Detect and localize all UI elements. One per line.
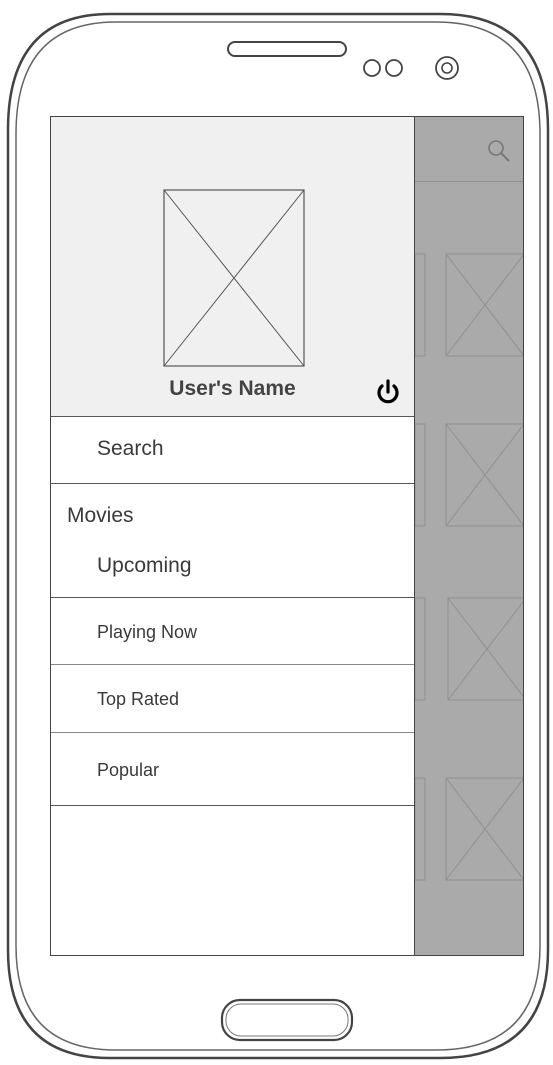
sensor-icon (385, 59, 403, 77)
movie-thumbnail (415, 597, 426, 701)
home-button (220, 998, 354, 1042)
movie-thumbnail[interactable] (445, 423, 524, 527)
menu-item-label: Top Rated (97, 689, 180, 709)
drawer-header: User's Name (51, 117, 414, 417)
movie-thumbnail[interactable] (445, 253, 524, 357)
movie-thumbnail[interactable] (445, 777, 524, 881)
movie-thumbnail[interactable] (447, 597, 524, 701)
movie-thumbnail (415, 777, 426, 881)
menu-item-label: Playing Now (97, 622, 198, 642)
movie-thumbnail (415, 423, 426, 527)
search-icon[interactable] (485, 137, 513, 165)
camera-icon (435, 56, 459, 80)
screen: User's Name Search Movies Upcoming Playi… (50, 116, 524, 956)
menu-item-label: Search (97, 437, 164, 460)
avatar-placeholder (163, 189, 305, 367)
menu-item-playing-now[interactable]: Playing Now (51, 598, 414, 665)
menu-item-label: Popular (97, 760, 160, 780)
menu-item-popular[interactable]: Popular (51, 733, 414, 806)
menu-item-upcoming[interactable]: Upcoming (97, 554, 192, 578)
menu-group-movies: Movies Upcoming (51, 484, 414, 598)
menu-item-search[interactable]: Search (51, 417, 414, 484)
movie-thumbnail (415, 253, 426, 357)
navigation-drawer: User's Name Search Movies Upcoming Playi… (51, 117, 415, 955)
user-name: User's Name (169, 377, 296, 400)
menu-item-top-rated[interactable]: Top Rated (51, 665, 414, 733)
power-icon[interactable] (373, 377, 403, 407)
sensor-icon (363, 59, 381, 77)
speaker-slot (227, 41, 347, 57)
menu-group-label: Movies (67, 504, 134, 527)
